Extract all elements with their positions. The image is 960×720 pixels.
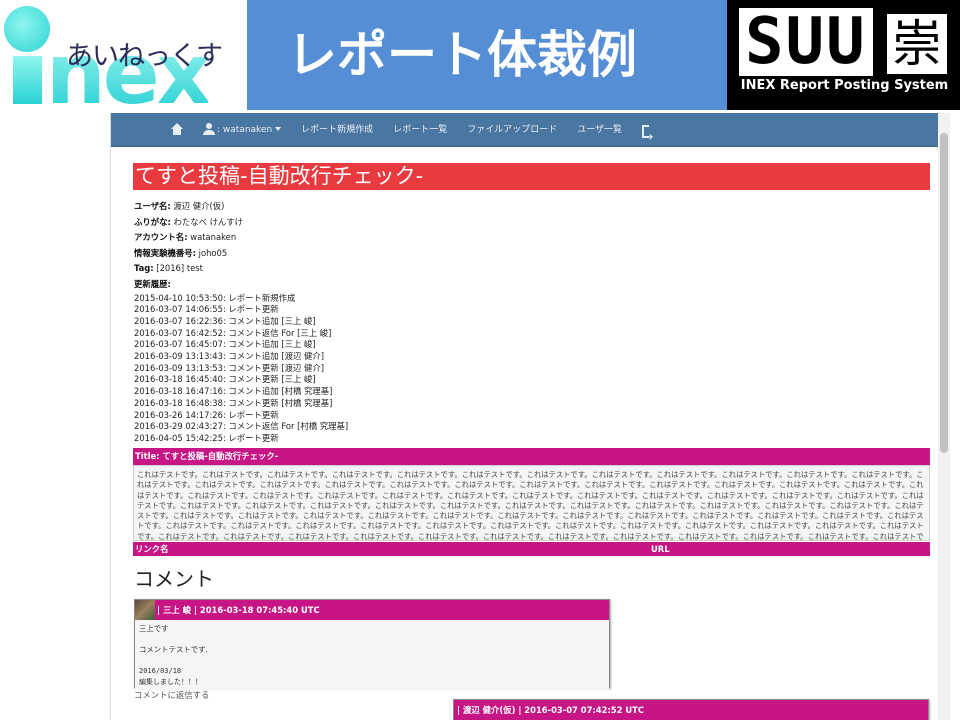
meta-row: Tag: [2016] test (134, 261, 834, 277)
comment-author-date: | 三上 峻 | 2016-03-18 07:45:40 UTC (157, 605, 320, 615)
comment-card: | 三上 峻 | 2016-03-18 07:45:40 UTC 三上です コメ… (134, 599, 610, 690)
report-body-header: Title: てすと投稿-自動改行チェック- (133, 448, 930, 465)
comment-line: 編集しました！！！ (139, 677, 202, 686)
report-title: てすと投稿-自動改行チェック- (133, 163, 930, 190)
meta-label: ふりがな: (134, 216, 171, 227)
link-url-column: URL (651, 544, 670, 554)
user-icon (203, 123, 215, 135)
slide-title: レポート体裁例 (287, 26, 637, 84)
comment-card-reply: | 渡辺 健介(仮) | 2016-03-07 07:42:52 UTC (453, 699, 929, 720)
meta-row: ふりがな: わたなべ けんすけ (134, 215, 834, 231)
logout-icon (642, 121, 654, 155)
meta-row: アカウント名: watanaken (134, 230, 834, 246)
home-icon (171, 123, 183, 135)
meta-value: watanaken (187, 232, 237, 243)
nav-new-report[interactable]: レポート新規作成 (291, 113, 383, 147)
avatar (135, 600, 155, 620)
history-item: 2016-03-18 16:48:38: コメント更新 [村橋 究理基] (134, 397, 333, 408)
nav-user-label: : watanaken (217, 124, 273, 135)
nav-file-upload[interactable]: ファイルアップロード (457, 113, 567, 147)
suu-logo-word: SUU (739, 8, 873, 76)
meta-row: 情報実験機番号: joho05 (134, 246, 834, 262)
history-item: 2016-03-09 13:13:43: コメント追加 [渡辺 健介] (134, 351, 325, 362)
suu-logo: SUU 崇 INEX Report Posting System (727, 0, 960, 110)
link-table-header: リンク名 URL (133, 542, 930, 556)
meta-row: ユーザ名: 渡辺 健介(仮) (134, 199, 834, 215)
scrollbar-thumb[interactable] (940, 133, 948, 453)
history-item: 2016-03-09 13:13:53: コメント更新 [渡辺 健介] (134, 362, 325, 373)
history-item: 2016-03-07 16:45:07: コメント追加 [三上 峻] (134, 339, 316, 350)
report-body-text: これはテストです。これはテストです。これはテストです。これはテストです。これはテ… (133, 465, 930, 541)
history-item: 2016-03-07 14:06:55: レポート更新 (134, 304, 279, 315)
suu-logo-kanji: 崇 (887, 14, 947, 74)
meta-value: わたなべ けんすけ (170, 216, 244, 227)
logo-i-stem (13, 56, 42, 104)
history-item: 2016-03-07 16:22:36: コメント追加 [三上 峻] (134, 315, 316, 326)
top-navbar: : watanaken レポート新規作成 レポート一覧 ファイルアップロード ユ… (111, 113, 939, 155)
slide-title-band: レポート体裁例 (247, 0, 727, 110)
comment-line (139, 635, 605, 646)
report-page-screenshot: : watanaken レポート新規作成 レポート一覧 ファイルアップロード ユ… (110, 113, 950, 720)
history-item: 2016-04-05 15:42:25: レポート更新 (134, 433, 279, 443)
history-item: 2015-04-10 10:53:50: レポート新規作成 (134, 292, 296, 303)
comment-line: 三上です (139, 624, 169, 633)
nav-report-list[interactable]: レポート一覧 (383, 113, 457, 147)
comment-header: | 三上 峻 | 2016-03-18 07:45:40 UTC (135, 600, 609, 620)
link-name-column: リンク名 (135, 544, 169, 554)
history-item: 2016-03-18 16:45:40: コメント更新 [三上 峻] (134, 374, 316, 385)
reply-link[interactable]: コメントに返信する (134, 689, 209, 701)
comments-title: コメント (134, 567, 214, 591)
page-scrollbar[interactable] (938, 113, 950, 720)
meta-value: 渡辺 健介(仮) (170, 201, 225, 211)
meta-value: [2016] test (153, 263, 203, 274)
comment-spacer (139, 656, 605, 667)
logo-kana: あいねっくす (66, 41, 223, 72)
meta-label: ユーザ名: (134, 201, 171, 211)
comment-header: | 渡辺 健介(仮) | 2016-03-07 07:42:52 UTC (454, 700, 928, 720)
comment-author-date: | 渡辺 健介(仮) | 2016-03-07 07:42:52 UTC (457, 705, 645, 715)
nav-user-list[interactable]: ユーザ一覧 (567, 113, 632, 147)
comment-line: 2016/03/18 (139, 667, 182, 676)
history-item: 2016-03-07 16:42:52: コメント返信 For [三上 峻] (134, 327, 332, 338)
meta-label: 情報実験機番号: (134, 247, 196, 258)
meta-value: joho05 (195, 247, 228, 258)
nav-home[interactable] (161, 113, 193, 147)
meta-label: アカウント名: (134, 232, 188, 243)
history-item: 2016-03-29 02:43:27: コメント返信 For [村橋 究理基] (134, 421, 349, 432)
chevron-down-icon (275, 127, 282, 131)
history-label-text: 更新履歴: (134, 278, 171, 289)
inex-logo: nex あいねっくす (0, 0, 247, 116)
comment-body: 三上です コメントテストです. 2016/03/18 編集しました！！！ (135, 620, 609, 690)
suu-logo-subtitle: INEX Report Posting System (740, 78, 949, 93)
meta-label: Tag: (134, 263, 154, 274)
update-history: 2015-04-10 10:53:50: レポート新規作成 2016-03-07… (134, 293, 834, 445)
report-meta: ユーザ名: 渡辺 健介(仮) ふりがな: わたなべ けんすけ アカウント名: w… (134, 199, 834, 445)
history-label: 更新履歴: (134, 277, 834, 293)
nav-logout[interactable] (632, 113, 664, 155)
nav-user-menu[interactable]: : watanaken (193, 113, 291, 147)
history-item: 2016-03-18 16:47:16: コメント追加 [村橋 究理基] (134, 386, 333, 397)
comment-line: コメントテストです. (139, 645, 208, 655)
logo-dot (4, 6, 50, 52)
history-item: 2016-03-26 14:17:26: レポート更新 (134, 409, 279, 420)
